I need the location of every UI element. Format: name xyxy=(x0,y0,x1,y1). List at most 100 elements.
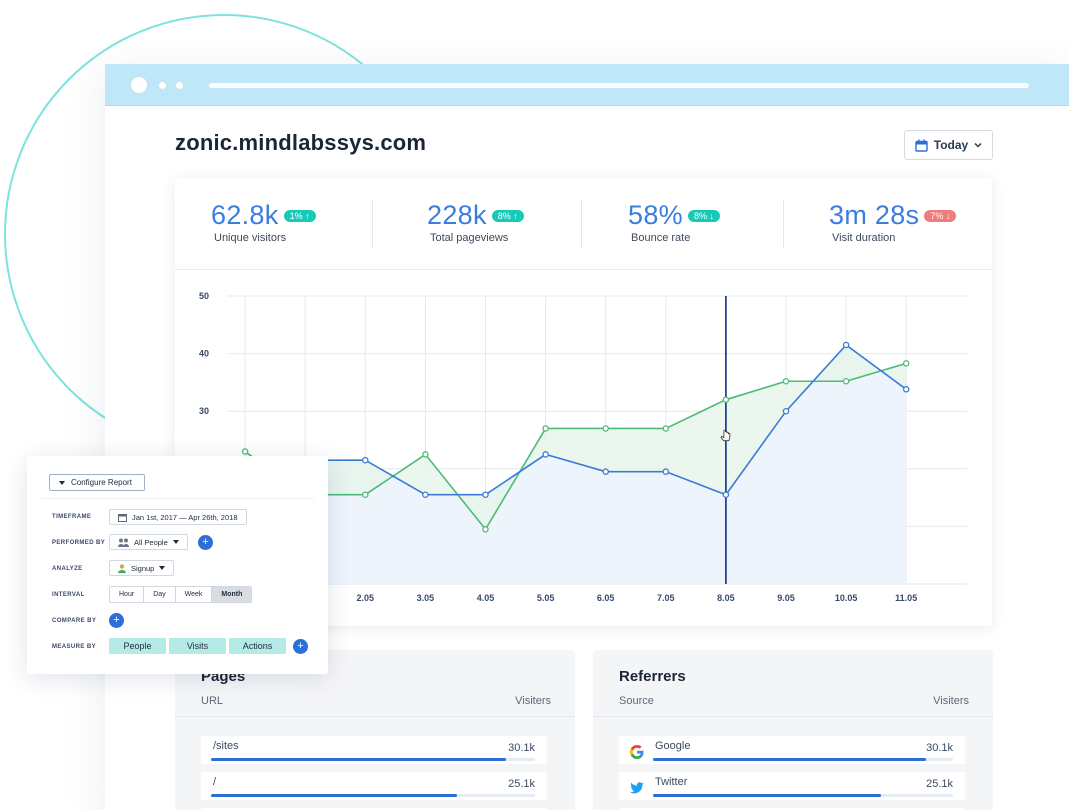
stat-label: Total pageviews xyxy=(430,232,509,244)
visiter-count: 30.1k xyxy=(508,742,535,754)
stat-label: Unique visitors xyxy=(214,232,287,244)
stat-value: 58% xyxy=(628,200,683,230)
visiter-count: 25.1k xyxy=(508,778,535,790)
window-control-dot[interactable] xyxy=(159,82,166,89)
caret-down-icon xyxy=(59,480,65,485)
progress-track xyxy=(653,758,953,761)
add-compare-button[interactable]: + xyxy=(109,613,124,628)
data-point-blue xyxy=(902,386,910,393)
google-icon xyxy=(630,745,644,759)
referrers-panel: Referrers Source Visiters Google 30.1k T… xyxy=(593,650,993,810)
data-point-green xyxy=(241,448,249,455)
interval-label: INTERVAL xyxy=(52,592,85,598)
list-item[interactable]: / 25.1k xyxy=(201,772,547,800)
y-tick-label: 50 xyxy=(199,291,209,301)
interval-option-month[interactable]: Month xyxy=(212,587,252,602)
date-range-label: Today xyxy=(933,138,969,152)
analyze-label: ANALYZE xyxy=(52,566,83,572)
x-tick-label: 2.05 xyxy=(357,593,375,603)
visiter-count: 25.1k xyxy=(926,778,953,790)
data-point-blue xyxy=(722,491,730,498)
divider xyxy=(41,498,314,499)
interval-option-week[interactable]: Week xyxy=(176,587,213,602)
x-tick-label: 10.05 xyxy=(835,593,858,603)
data-point-blue xyxy=(482,491,489,498)
configure-report-button[interactable]: Configure Report xyxy=(49,474,145,491)
data-point-green xyxy=(362,491,369,498)
pages-panel: Pages URL Visiters /sites 30.1k / 25.1k xyxy=(175,650,575,810)
add-person-filter-button[interactable]: + xyxy=(198,535,213,550)
trend-badge: 8% ↓ xyxy=(687,209,720,222)
referrer-name: Google xyxy=(655,740,691,752)
configure-report-panel: Configure Report TIMEFRAME Jan 1st, 2017… xyxy=(27,456,328,674)
list-item[interactable]: /sites 30.1k xyxy=(201,736,547,764)
panel-title: Referrers xyxy=(619,668,686,685)
progress-fill xyxy=(211,758,506,761)
stat-bounce-rate: 58% 8% ↓ Bounce rate xyxy=(628,200,720,244)
interval-option-day[interactable]: Day xyxy=(144,587,176,602)
date-range-button[interactable]: Today xyxy=(904,130,993,160)
user-icon xyxy=(118,563,126,573)
window-control-dot[interactable] xyxy=(131,77,147,93)
visiter-count: 30.1k xyxy=(926,742,953,754)
x-tick-label: 8.05 xyxy=(717,593,735,603)
browser-titlebar xyxy=(105,64,1069,106)
performed-by-label: PERFORMED BY xyxy=(52,540,106,546)
y-tick-label: 40 xyxy=(199,349,209,359)
add-measure-button[interactable]: + xyxy=(293,639,308,654)
x-tick-label: 11.05 xyxy=(895,593,917,603)
x-tick-label: 3.05 xyxy=(417,593,435,603)
data-point-green xyxy=(842,377,850,385)
window-control-dot[interactable] xyxy=(176,82,183,89)
data-point-blue xyxy=(602,468,609,475)
data-point-green xyxy=(422,451,429,458)
list-item[interactable]: Google 30.1k xyxy=(619,736,965,764)
x-tick-label: 6.05 xyxy=(597,593,615,603)
progress-fill xyxy=(211,794,458,797)
stat-value: 3m 28s xyxy=(829,200,920,230)
stat-value: 62.8k xyxy=(211,200,279,230)
data-point-green xyxy=(782,377,790,385)
divider xyxy=(783,200,784,248)
x-tick-label: 4.05 xyxy=(477,593,495,603)
analyze-value: Signup xyxy=(131,563,155,573)
y-tick-label: 30 xyxy=(199,406,209,416)
data-point-green xyxy=(902,360,910,367)
stats-row: 62.8k 1% ↑ Unique visitors 228k 8% ↑ Total… xyxy=(175,178,992,270)
data-point-blue xyxy=(662,468,670,475)
measure-pill-visits[interactable]: Visits xyxy=(169,638,226,654)
address-bar[interactable] xyxy=(209,83,1029,88)
data-point-green xyxy=(602,425,609,432)
stage: zonic.mindlabssys.com Today 62.8k 1% ↑ Un… xyxy=(0,0,1069,810)
column-header-visiters: Visiters xyxy=(933,695,969,707)
column-header-source: Source xyxy=(619,695,654,707)
caret-down-icon xyxy=(159,566,166,570)
data-point-green xyxy=(662,425,670,432)
data-point-blue xyxy=(782,407,790,415)
list-item[interactable]: Twitter 25.1k xyxy=(619,772,965,800)
measure-pill-actions[interactable]: Actions xyxy=(229,638,286,654)
progress-track xyxy=(211,758,535,761)
calendar-icon xyxy=(915,139,928,152)
progress-fill xyxy=(653,794,881,797)
analyze-select[interactable]: Signup xyxy=(109,560,175,576)
stat-unique-visitors: 62.8k 1% ↑ Unique visitors xyxy=(211,200,316,244)
trend-badge: 1% ↑ xyxy=(283,209,316,222)
measure-pill-people[interactable]: People xyxy=(109,638,166,654)
data-point-green xyxy=(482,526,489,533)
divider xyxy=(593,716,993,717)
interval-option-hour[interactable]: Hour xyxy=(110,587,145,602)
page-title: zonic.mindlabssys.com xyxy=(175,130,427,155)
stat-value: 228k xyxy=(427,200,487,230)
x-tick-label: 5.05 xyxy=(537,593,555,603)
timeframe-picker[interactable]: Jan 1st, 2017 — Apr 26th, 2018 xyxy=(109,509,247,525)
performed-by-select[interactable]: All People xyxy=(109,534,188,550)
caret-down-icon xyxy=(172,540,179,544)
stat-label: Visit duration xyxy=(832,232,896,244)
stat-visit-duration: 3m 28s 7% ↓ Visit duration xyxy=(829,200,957,244)
performed-by-value: All People xyxy=(134,537,168,547)
progress-track xyxy=(211,794,535,797)
interval-segmented-control: Hour Day Week Month xyxy=(109,586,253,603)
data-point-blue xyxy=(842,341,850,349)
divider xyxy=(372,200,373,248)
